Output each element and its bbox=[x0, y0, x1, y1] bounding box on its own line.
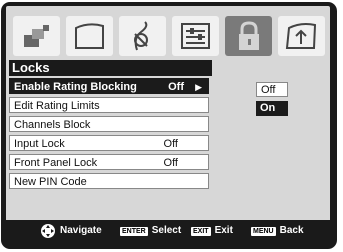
exit-key-icon: EXIT bbox=[191, 226, 211, 236]
menu-item-front-panel-lock[interactable]: Front Panel Lock Off bbox=[9, 154, 209, 170]
hint-back: MENU Back bbox=[251, 220, 304, 242]
submenu-arrow-icon: ▶ bbox=[195, 82, 202, 92]
menu-item-channels-block[interactable]: Channels Block bbox=[9, 116, 209, 132]
audio-icon bbox=[134, 21, 148, 51]
hint-exit: EXIT Exit bbox=[191, 220, 233, 242]
menu-icon-bar bbox=[13, 16, 325, 58]
menu-key-icon: MENU bbox=[251, 226, 276, 236]
locks-menu: Enable Rating Blocking Off ▶ Edit Rating… bbox=[9, 78, 209, 192]
menu-item-new-pin-code[interactable]: New PIN Code bbox=[9, 173, 209, 189]
menu-item-enable-rating-blocking[interactable]: Enable Rating Blocking Off ▶ bbox=[9, 78, 209, 94]
menu-item-value: Off bbox=[168, 81, 184, 93]
hint-navigate: Navigate bbox=[40, 220, 102, 242]
menu-item-input-lock[interactable]: Input Lock Off bbox=[9, 135, 209, 151]
footer-hints: Navigate ENTER Select EXIT Exit MENU Bac… bbox=[6, 220, 330, 242]
tab-settings[interactable] bbox=[172, 16, 219, 56]
menu-item-edit-rating-limits[interactable]: Edit Rating Limits bbox=[9, 97, 209, 113]
menu-item-label: Enable Rating Blocking bbox=[14, 81, 137, 93]
tab-audio[interactable] bbox=[119, 16, 166, 56]
settings-icon bbox=[181, 23, 210, 49]
menu-title: Locks bbox=[9, 60, 212, 76]
tv-screen: Locks Enable Rating Blocking Off ▶ Edit … bbox=[0, 0, 343, 252]
menu-item-label: Front Panel Lock bbox=[14, 157, 98, 169]
hint-label: Navigate bbox=[60, 225, 102, 236]
hint-select: ENTER Select bbox=[120, 220, 181, 242]
upload-icon bbox=[285, 23, 317, 49]
menu-panel: Locks Enable Rating Blocking Off ▶ Edit … bbox=[6, 6, 330, 241]
enter-key-icon: ENTER bbox=[120, 226, 148, 236]
tab-setup[interactable] bbox=[278, 16, 325, 56]
tab-locks[interactable] bbox=[225, 16, 272, 56]
menu-item-label: New PIN Code bbox=[14, 176, 87, 188]
hint-label: Exit bbox=[214, 225, 233, 236]
screen-icon bbox=[75, 23, 104, 49]
tab-screen[interactable] bbox=[66, 16, 113, 56]
menu-item-label: Edit Rating Limits bbox=[14, 100, 100, 112]
navigate-dpad-icon bbox=[41, 224, 55, 238]
menu-item-label: Input Lock bbox=[14, 138, 65, 150]
menu-item-label: Channels Block bbox=[14, 119, 91, 131]
menu-item-value: Off bbox=[163, 138, 178, 150]
lock-icon bbox=[239, 21, 259, 50]
tab-picture[interactable] bbox=[13, 16, 60, 56]
picture-icon bbox=[24, 25, 49, 47]
option-list: Off On bbox=[256, 82, 292, 120]
menu-item-value: Off bbox=[163, 157, 178, 169]
option-off[interactable]: Off bbox=[256, 82, 288, 97]
hint-label: Back bbox=[279, 225, 304, 236]
option-on[interactable]: On bbox=[256, 101, 288, 116]
hint-label: Select bbox=[151, 225, 182, 236]
